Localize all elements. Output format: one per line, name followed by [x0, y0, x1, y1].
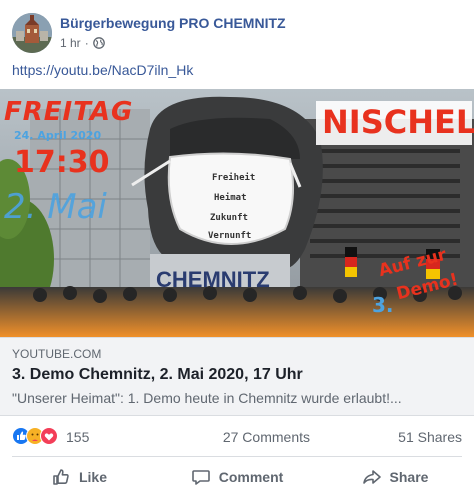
page-avatar[interactable] — [12, 13, 52, 53]
thumb-nischel-text: NISCHEL — [322, 103, 474, 141]
thumb-three-text: 3. — [372, 293, 394, 317]
love-icon — [40, 427, 58, 445]
shares-count[interactable]: 51 Shares — [398, 429, 462, 445]
post-actions: Like Comment Share — [0, 457, 474, 496]
comments-count[interactable]: 27 Comments — [223, 429, 310, 445]
link-domain: YOUTUBE.COM — [12, 347, 102, 361]
thumb-date-text: 24. April 2020 — [14, 129, 102, 142]
post-header: Bürgerbewegung PRO CHEMNITZ 1 hr · — [0, 0, 474, 58]
video-thumbnail[interactable]: FREITAG 24. April 2020 17:30 2. Mai NISC… — [0, 89, 474, 337]
post-url-link[interactable]: https://youtu.be/NacD7iln_Hk — [12, 62, 193, 78]
post-timestamp[interactable]: 1 hr — [60, 36, 81, 50]
comment-icon — [191, 469, 210, 485]
share-label: Share — [389, 468, 429, 485]
thumbs-up-icon — [53, 468, 69, 485]
comment-button[interactable]: Comment — [158, 457, 316, 496]
page-name-link[interactable]: Bürgerbewegung PRO CHEMNITZ — [60, 15, 286, 31]
meta-separator: · — [84, 36, 89, 50]
comment-label: Comment — [218, 468, 284, 485]
like-button[interactable]: Like — [0, 457, 158, 496]
share-button[interactable]: Share — [316, 457, 474, 496]
link-title[interactable]: 3. Demo Chemnitz, 2. Mai 2020, 17 Uhr — [12, 366, 303, 384]
reaction-count[interactable]: 155 — [66, 429, 89, 445]
mask-word-3: Zukunft — [210, 213, 248, 223]
like-label: Like — [78, 468, 107, 485]
reaction-icons[interactable] — [12, 427, 64, 445]
globe-icon[interactable] — [92, 37, 105, 49]
mask-word-1: Freiheit — [212, 173, 256, 183]
mask-word-4: Vernunft — [208, 231, 252, 241]
thumb-freitag-text: FREITAG — [4, 97, 134, 127]
link-preview-card[interactable]: YOUTUBE.COM 3. Demo Chemnitz, 2. Mai 202… — [0, 337, 474, 416]
pedestal-text: CHEMNITZ — [156, 267, 270, 292]
link-description: "Unserer Heimat": 1. Demo heute in Chemn… — [12, 390, 402, 406]
mask-word-2: Heimat — [214, 193, 247, 203]
thumb-time-text: 17:30 — [14, 145, 110, 180]
reactions-bar: 155 27 Comments 51 Shares — [0, 416, 474, 456]
share-arrow-icon — [362, 469, 381, 484]
thumb-mai-text: 2. Mai — [4, 187, 107, 227]
post-meta: 1 hr · — [60, 36, 105, 50]
